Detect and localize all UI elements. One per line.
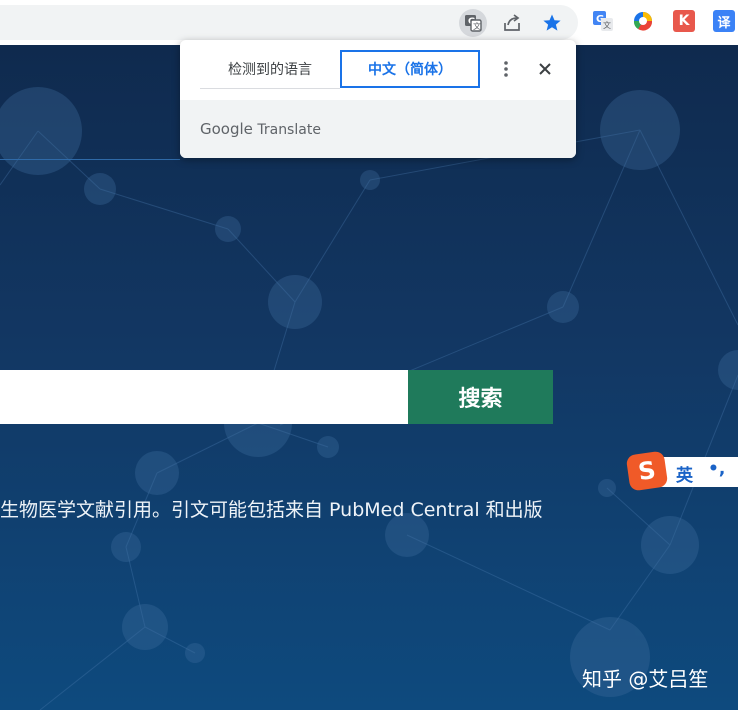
google-translate-logo: Google Translate [200,120,321,138]
k-extension-label: K [678,13,690,29]
translate-icon[interactable]: G 文 [459,9,487,37]
tab-target-language[interactable]: 中文（简体） [340,50,480,88]
svg-text:文: 文 [603,20,611,30]
k-extension-icon[interactable]: K [673,10,695,32]
tab-detected-language[interactable]: 检测到的语言 [200,50,340,89]
search-button[interactable]: 搜索 [408,370,553,424]
svg-text:文: 文 [473,21,481,31]
ime-mode-label[interactable]: 英 [676,461,693,486]
ime-toolbar[interactable]: S 英 •, [625,450,738,492]
divider-line [0,159,180,160]
share-icon[interactable] [498,9,526,37]
translate-wordmark: Translate [257,122,321,138]
close-icon[interactable] [534,58,556,80]
address-bar[interactable]: G 文 [0,5,578,40]
colorful-extension-icon[interactable] [632,10,654,32]
more-vert-icon[interactable] [496,58,516,80]
description-text: 生物医学文献引用。引文可能包括来自 PubMed Central 和出版 [0,499,543,521]
google-wordmark: Google [200,120,253,138]
watermark: 知乎 @艾吕笙 [582,667,709,691]
ime-punctuation[interactable]: •, [708,459,725,479]
translate-yi-extension-label: 译 [717,15,731,31]
popup-footer: Google Translate [180,100,576,158]
translate-yi-extension-icon[interactable]: 译 [713,10,735,32]
sogou-logo-icon: S [625,450,669,492]
translate-popup: 检测到的语言 中文（简体） Google Translate [180,40,576,158]
browser-toolbar: G 文 G 文 [0,0,738,45]
google-translate-extension-icon[interactable]: G 文 [592,10,614,32]
search-input[interactable] [0,370,408,424]
bookmark-star-icon[interactable] [538,9,566,37]
